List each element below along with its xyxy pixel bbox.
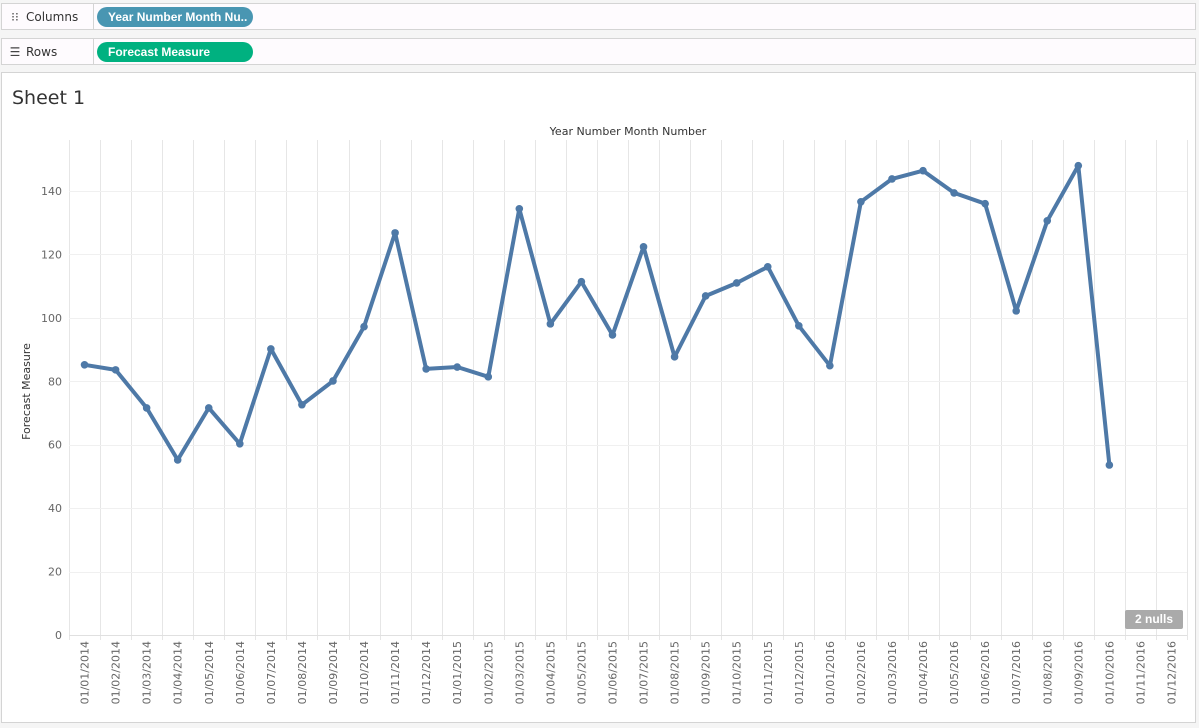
data-point[interactable] [919, 166, 927, 175]
x-tick-label: 01/02/2015 [482, 641, 495, 704]
data-point[interactable] [1043, 217, 1052, 225]
x-tick-label: 01/10/2015 [731, 641, 744, 704]
x-tick-label: 01/01/2014 [79, 641, 92, 704]
x-tick-label: 01/01/2015 [451, 641, 464, 704]
x-tick-label: 01/01/2016 [824, 641, 837, 704]
x-tick-label: 01/02/2014 [110, 641, 123, 704]
data-point[interactable] [732, 279, 741, 287]
x-tick-label: 01/12/2016 [1165, 641, 1178, 704]
x-tick-label: 01/07/2015 [638, 641, 651, 704]
data-point[interactable] [670, 353, 679, 361]
x-tick-label: 01/05/2014 [203, 641, 216, 704]
x-tick-label: 01/04/2016 [917, 641, 930, 704]
x-axis-ticks: 01/01/2014 01/02/2014 01/03/2014 01/04/2014… [79, 641, 1179, 704]
data-point[interactable] [763, 262, 772, 271]
x-tick-label: 01/04/2014 [172, 641, 185, 704]
y-axis-title: Forecast Measure [20, 343, 33, 440]
chart-title: Year Number Month Number [549, 125, 707, 138]
series-line [82, 163, 1112, 467]
x-tick-label: 01/03/2014 [141, 641, 154, 704]
x-tick-label: 01/11/2016 [1134, 641, 1147, 704]
x-tick-label: 01/04/2015 [544, 641, 557, 704]
y-tick-label: 0 [55, 629, 62, 642]
y-axis-ticks: 0 20 40 60 80 100 120 140 [41, 185, 62, 642]
x-tick-label: 01/08/2016 [1041, 641, 1054, 704]
x-tick-label: 01/09/2015 [700, 641, 713, 704]
data-point[interactable] [1074, 161, 1083, 170]
data-point[interactable] [453, 363, 461, 371]
data-point[interactable] [1105, 461, 1114, 469]
data-point[interactable] [795, 321, 803, 330]
data-point[interactable] [981, 199, 989, 208]
data-point[interactable] [826, 361, 834, 370]
y-tick-label: 80 [48, 375, 62, 388]
data-point[interactable] [546, 320, 555, 328]
y-tick-label: 60 [48, 439, 62, 452]
x-tick-label: 01/09/2016 [1072, 641, 1085, 704]
x-tick-label: 01/06/2015 [606, 641, 619, 704]
x-tick-label: 01/12/2014 [420, 641, 433, 704]
data-point[interactable] [267, 345, 275, 353]
data-point[interactable] [701, 292, 710, 300]
x-tick-label: 01/07/2016 [1010, 641, 1023, 704]
data-point[interactable] [515, 204, 524, 213]
vertical-gridlines [69, 140, 1188, 640]
data-point[interactable] [484, 373, 493, 381]
x-tick-label: 01/08/2014 [296, 641, 309, 704]
data-point[interactable] [111, 366, 120, 374]
x-tick-label: 01/05/2015 [575, 641, 588, 704]
y-tick-label: 40 [48, 502, 62, 515]
x-tick-label: 01/07/2014 [265, 641, 278, 704]
data-point[interactable] [360, 322, 368, 331]
x-tick-label: 01/10/2014 [358, 641, 371, 704]
line-chart: Year Number Month Number Forecast Measur… [20, 125, 1188, 704]
data-point[interactable] [422, 365, 430, 373]
x-tick-label: 01/10/2016 [1103, 641, 1116, 704]
x-tick-label: 01/05/2016 [948, 641, 961, 704]
series-forecast-measure [80, 161, 1114, 469]
data-point[interactable] [329, 377, 337, 385]
x-tick-label: 01/09/2014 [327, 641, 340, 704]
data-point[interactable] [950, 189, 958, 197]
data-point[interactable] [80, 360, 89, 369]
data-point[interactable] [391, 229, 399, 237]
nulls-indicator[interactable]: 2 nulls [1125, 610, 1183, 629]
x-tick-label: 01/11/2015 [762, 641, 775, 704]
data-point[interactable] [236, 439, 244, 448]
y-tick-label: 120 [41, 248, 62, 261]
data-point[interactable] [857, 197, 865, 206]
data-point[interactable] [204, 404, 213, 412]
y-tick-label: 100 [41, 312, 62, 325]
y-tick-label: 20 [48, 566, 62, 579]
x-tick-label: 01/03/2016 [886, 641, 899, 704]
data-point[interactable] [173, 456, 182, 464]
data-point[interactable] [888, 175, 896, 183]
x-tick-label: 01/11/2014 [389, 641, 402, 704]
x-tick-label: 01/06/2014 [234, 641, 247, 704]
data-point[interactable] [142, 404, 151, 412]
x-tick-label: 01/02/2016 [855, 641, 868, 704]
data-point[interactable] [639, 243, 648, 251]
x-tick-label: 01/06/2016 [979, 641, 992, 704]
data-point[interactable] [577, 277, 586, 286]
data-point[interactable] [1012, 307, 1020, 315]
x-tick-label: 01/03/2015 [513, 641, 526, 704]
y-tick-label: 140 [41, 185, 62, 198]
data-point[interactable] [608, 331, 617, 339]
x-tick-label: 01/08/2015 [669, 641, 682, 704]
data-point[interactable] [298, 400, 306, 409]
x-tick-label: 01/12/2015 [793, 641, 806, 704]
